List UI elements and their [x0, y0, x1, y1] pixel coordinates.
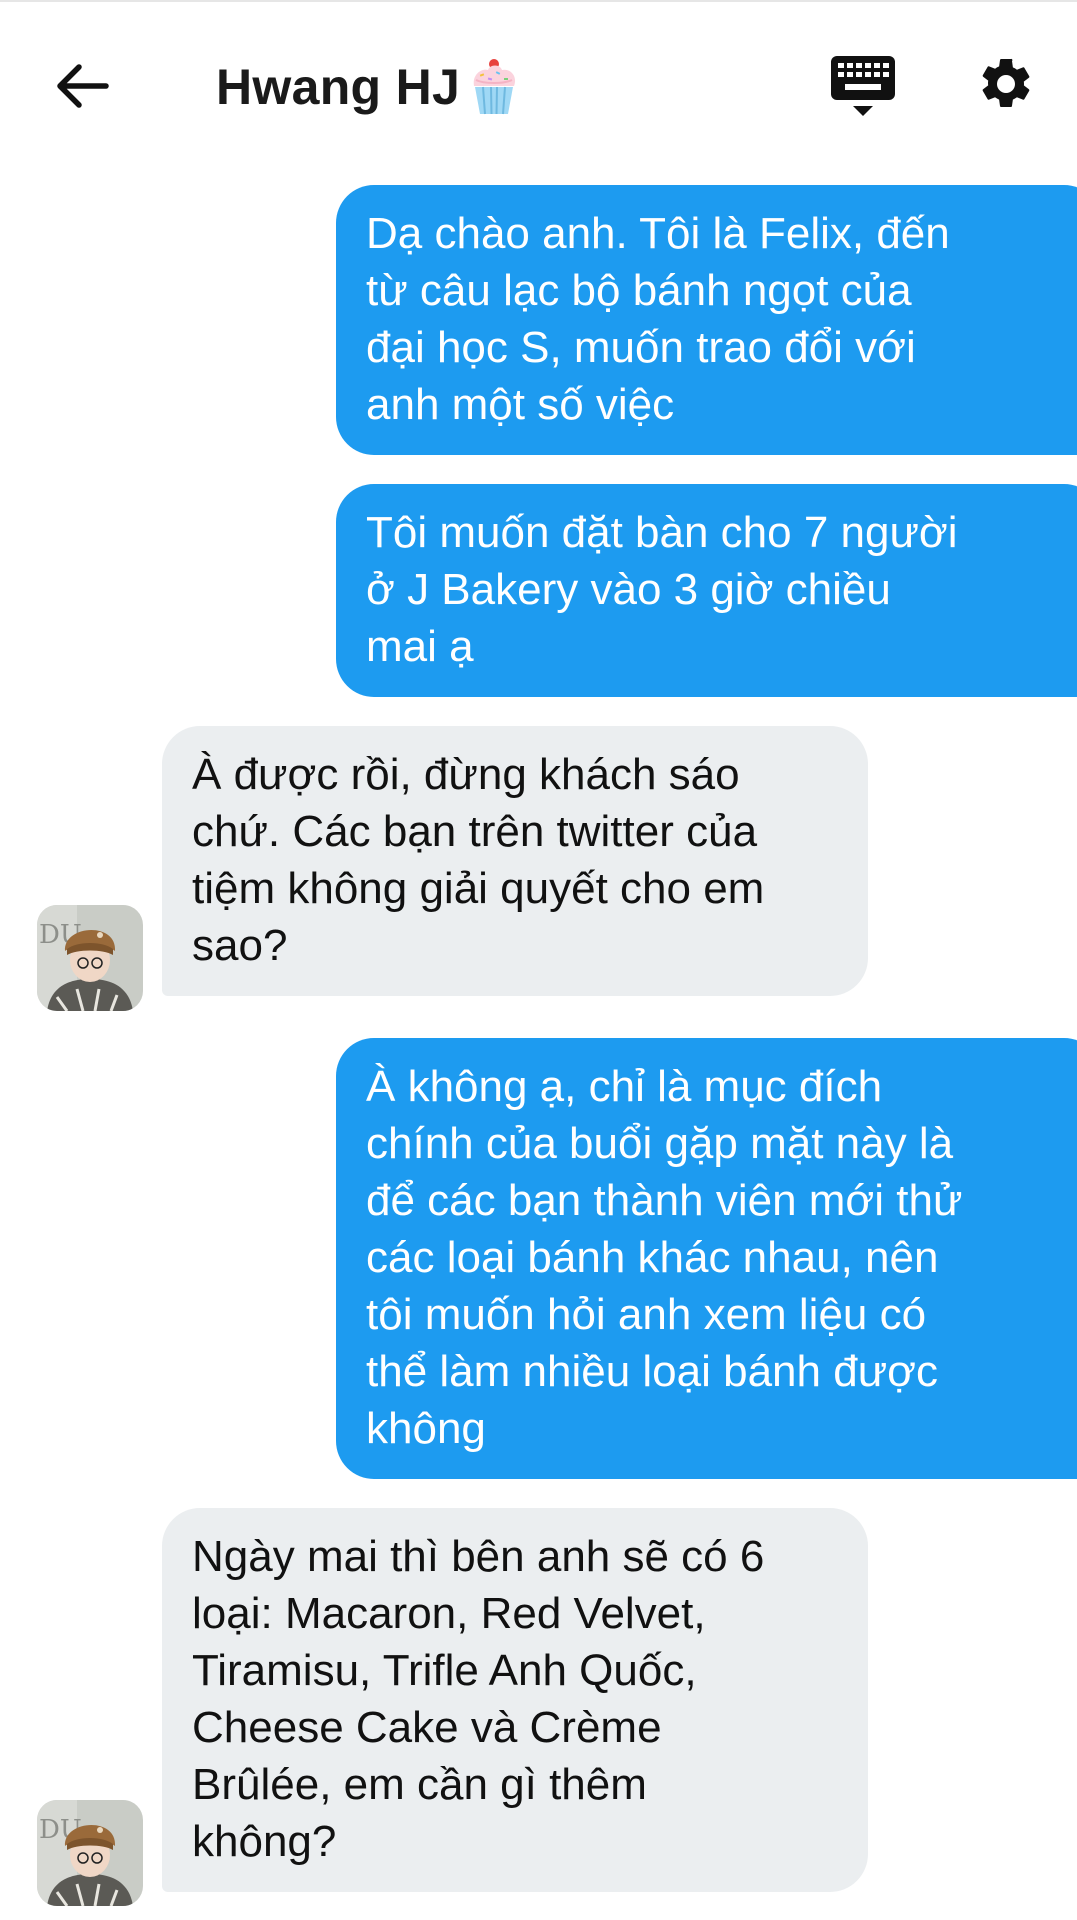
avatar[interactable]: DU: [37, 1800, 143, 1906]
settings-button[interactable]: [976, 54, 1036, 114]
arrow-left-icon: [57, 64, 109, 108]
keyboard-icon: [831, 56, 895, 116]
message-bubble-incoming[interactable]: Ngày mai thì bên anh sẽ có 6 loại: Macar…: [162, 1508, 868, 1892]
chat-header: Hwang HJ: [0, 0, 1077, 170]
message-bubble-incoming[interactable]: À được rồi, đừng khách sáo chứ. Các bạn …: [162, 726, 868, 996]
message-bubble-outgoing[interactable]: À không ạ, chỉ là mục đích chính của buổ…: [336, 1038, 1077, 1479]
contact-avatar-image: DU: [37, 1800, 143, 1906]
avatar[interactable]: DU: [37, 905, 143, 1011]
message-bubble-outgoing[interactable]: Dạ chào anh. Tôi là Felix, đến từ câu lạ…: [336, 185, 1077, 455]
conversation-title: Hwang HJ: [216, 52, 522, 122]
gear-icon: [982, 58, 1030, 107]
keyboard-button[interactable]: [830, 54, 896, 118]
contact-name: Hwang HJ: [216, 59, 461, 115]
contact-avatar-image: DU: [37, 905, 143, 1011]
cupcake-icon: [473, 59, 516, 115]
back-button[interactable]: [52, 55, 114, 117]
message-bubble-outgoing[interactable]: Tôi muốn đặt bàn cho 7 người ở J Bakery …: [336, 484, 1077, 697]
